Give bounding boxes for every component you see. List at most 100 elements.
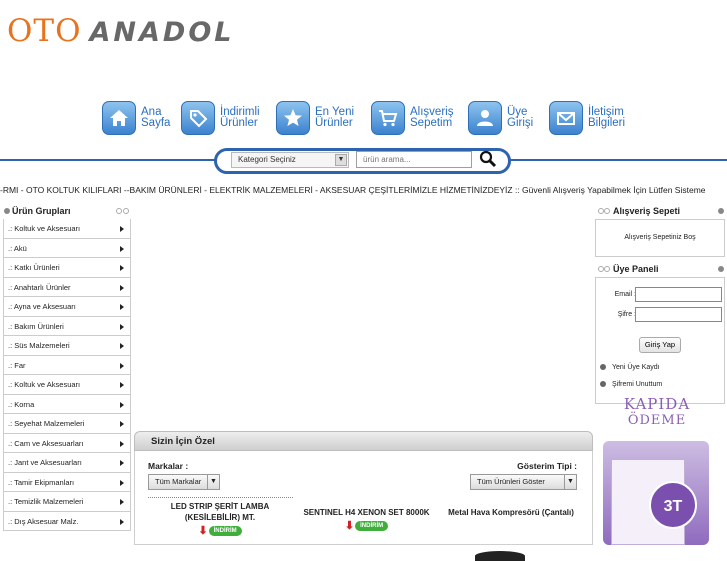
category-item[interactable]: .: Dış Aksesuar Malz.	[4, 512, 130, 531]
product-card[interactable]: LED STRIP ŞERİT LAMBA (KESİLEBİLİR) MT. …	[155, 501, 285, 537]
brands-dropdown-value: Tüm Markalar	[155, 477, 202, 486]
chevron-down-icon: ▼	[335, 154, 347, 166]
forgot-password-link[interactable]: Şifremi Unuttum	[600, 381, 662, 388]
marquee-text: -RMI - OTO KOLTUK KILIFLARI --BAKIM ÜRÜN…	[0, 185, 706, 195]
circle-icon	[123, 208, 129, 214]
nav-contact-label: İletişim Bilgileri	[588, 106, 626, 129]
arrow-right-icon	[120, 479, 124, 486]
category-item[interactable]: .: Katkı Ürünleri	[4, 258, 130, 278]
arrow-right-icon	[120, 401, 124, 408]
search-icon	[479, 150, 497, 168]
star-icon	[276, 101, 310, 135]
login-button[interactable]: Giriş Yap	[639, 337, 681, 353]
brands-dropdown[interactable]: Tüm Markalar ▼	[148, 474, 220, 490]
cart-title: Alışveriş Sepeti	[613, 206, 681, 216]
member-header: Üye Paneli	[595, 261, 727, 277]
email-field[interactable]	[635, 287, 722, 302]
register-link[interactable]: Yeni Üye Kaydı	[600, 364, 660, 371]
banner-card: 3T	[603, 441, 709, 545]
chevron-down-icon: ▼	[207, 475, 219, 489]
category-item[interactable]: .: Far	[4, 356, 130, 375]
register-link-label: Yeni Üye Kaydı	[612, 364, 660, 371]
announcement-marquee: -RMI - OTO KOLTUK KILIFLARI --BAKIM ÜRÜN…	[0, 185, 727, 197]
arrow-right-icon	[120, 226, 124, 232]
discount-badge-label: İNDİRİM	[355, 521, 389, 531]
category-label: .: Dış Aksesuar Malz.	[8, 516, 79, 526]
nav-newest-label: En Yeni Ürünler	[315, 106, 355, 129]
discount-badge-label: İNDİRİM	[208, 526, 242, 536]
view-type-dropdown-value: Tüm Ürünleri Göster	[477, 477, 545, 486]
category-item[interactable]: .: Temizlik Malzemeleri	[4, 492, 130, 512]
category-label: .: Jant ve Aksesuarları	[8, 458, 82, 467]
nav-discounted[interactable]: İndirimli Ürünler	[181, 101, 266, 135]
category-select-value: Kategori Seçiniz	[238, 155, 296, 164]
member-title: Üye Paneli	[613, 264, 659, 274]
arrow-right-icon	[120, 382, 124, 388]
view-type-label: Gösterim Tipi :	[517, 461, 577, 471]
nav-newest[interactable]: En Yeni Ürünler	[276, 101, 361, 135]
product-title[interactable]: SENTINEL H4 XENON SET 8000K	[295, 507, 438, 518]
category-label: .: Koltuk ve Aksesuarı	[8, 224, 81, 233]
product-card[interactable]: SENTINEL H4 XENON SET 8000K ⬇ İNDİRİM	[295, 507, 438, 532]
brands-label: Markalar :	[148, 461, 189, 471]
special-for-you-panel: Sizin İçin Özel Markalar : Gösterim Tipi…	[134, 431, 593, 561]
arrow-right-icon	[120, 245, 124, 252]
search-input[interactable]	[356, 151, 472, 168]
product-title[interactable]: Metal Hava Kompresörü (Çantalı)	[441, 507, 581, 518]
circle-icon	[604, 266, 610, 272]
cash-on-delivery-banner[interactable]: KAPIDA ÖDEME 3T	[599, 396, 715, 545]
special-panel-body: Markalar : Gösterim Tipi : Tüm Markalar …	[134, 451, 593, 561]
product-title[interactable]: LED STRIP ŞERİT LAMBA (KESİLEBİLİR) MT.	[155, 501, 285, 523]
category-label: .: Bakım Ürünleri	[8, 321, 64, 331]
category-item[interactable]: .: Akü	[4, 239, 130, 258]
bullet-icon	[718, 266, 724, 272]
search-button[interactable]	[478, 150, 498, 168]
category-label: .: Ayna ve Aksesuarı	[8, 302, 76, 311]
category-label: .: Korna	[8, 399, 35, 409]
circle-icon	[604, 208, 610, 214]
category-item[interactable]: .: Bakım Ürünleri	[4, 317, 130, 336]
nav-login[interactable]: Üye Girişi	[468, 101, 539, 135]
product-card[interactable]: Metal Hava Kompresörü (Çantalı)	[441, 507, 581, 518]
arrow-right-icon	[120, 440, 124, 447]
nav-contact[interactable]: İletişim Bilgileri	[549, 101, 634, 135]
cart-box: Alışveriş Sepetiniz Boş	[595, 219, 725, 257]
category-item[interactable]: .: Korna	[4, 395, 130, 414]
arrow-right-icon	[120, 284, 124, 291]
nav-home[interactable]: Ana Sayfa	[102, 101, 171, 135]
arrow-right-icon	[120, 323, 124, 330]
member-panel: Email : Şifre : Giriş Yap Yeni Üye Kaydı…	[595, 277, 725, 404]
discount-badge: ⬇ İNDİRİM	[198, 525, 242, 537]
logo-anadol: ANADOL	[89, 17, 235, 48]
category-item[interactable]: .: Tamir Ekipmanları	[4, 473, 130, 492]
category-item[interactable]: .: Ayna ve Aksesuarı	[4, 297, 130, 317]
cart-header: Alışveriş Sepeti	[595, 203, 727, 219]
category-item[interactable]: .: Anahtarlı Ürünler	[4, 278, 130, 297]
arrow-down-icon: ⬇	[198, 525, 208, 537]
category-item[interactable]: .: Koltuk ve Aksesuarı	[4, 219, 130, 239]
arrow-right-icon	[120, 421, 124, 427]
view-type-dropdown[interactable]: Tüm Ürünleri Göster ▼	[470, 474, 577, 490]
category-label: .: Katkı Ürünleri	[8, 263, 60, 272]
banner-line2: ÖDEME	[627, 413, 687, 428]
category-item[interactable]: .: Jant ve Aksesuarları	[4, 453, 130, 473]
category-item[interactable]: .: Koltuk ve Aksesuarı	[4, 375, 130, 395]
right-sidebar: Alışveriş Sepeti Alışveriş Sepetiniz Boş…	[595, 203, 727, 404]
arrow-right-icon	[120, 460, 124, 466]
bullet-icon	[718, 208, 724, 214]
product-groups-header: Ürün Grupları	[0, 203, 132, 219]
category-item[interactable]: .: Cam ve Aksesuarları	[4, 434, 130, 453]
site-logo[interactable]: OTO ANADOL	[7, 14, 234, 48]
password-field[interactable]	[635, 307, 722, 322]
nav-cart[interactable]: Alışveriş Sepetim	[371, 101, 458, 135]
category-select[interactable]: Kategori Seçiniz ▼	[231, 152, 349, 168]
category-item[interactable]: .: Süs Malzemeleri	[4, 336, 130, 356]
product-groups-panel: Ürün Grupları .: Koltuk ve Aksesuarı .: …	[0, 203, 132, 531]
category-list: .: Koltuk ve Aksesuarı .: Akü .: Katkı Ü…	[3, 219, 131, 531]
category-label: .: Cam ve Aksesuarları	[8, 438, 84, 448]
product-image[interactable]	[475, 551, 525, 561]
tag-icon	[181, 101, 215, 135]
category-label: .: Seyehat Malzemeleri	[8, 419, 85, 428]
special-panel-title: Sizin İçin Özel	[134, 431, 593, 451]
category-item[interactable]: .: Seyehat Malzemeleri	[4, 414, 130, 434]
